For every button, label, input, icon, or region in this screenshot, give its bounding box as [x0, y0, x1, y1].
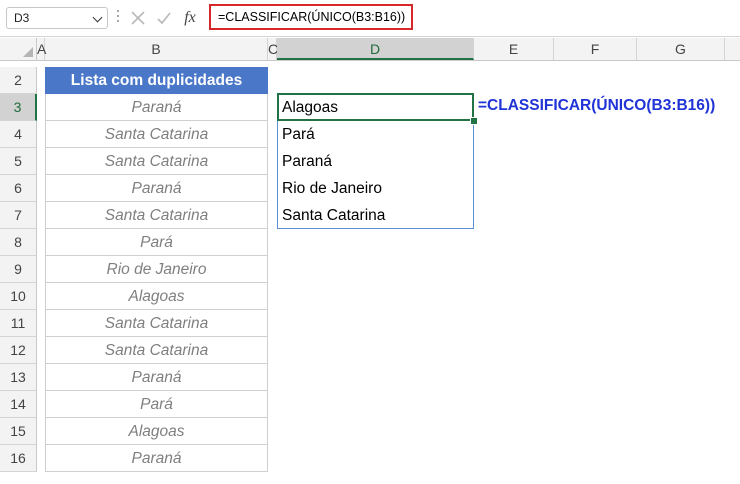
cell-d5[interactable]: Paraná — [282, 148, 472, 175]
cell-b16[interactable]: Paraná — [45, 445, 268, 472]
formula-annotation: =CLASSIFICAR(ÚNICO(B3:B16)) — [478, 97, 716, 114]
row-header-2[interactable]: 2 — [0, 67, 37, 94]
column-header-g[interactable]: G — [637, 38, 725, 60]
cell-b8[interactable]: Pará — [45, 229, 268, 256]
row-header-9[interactable]: 9 — [0, 256, 37, 283]
select-all-corner[interactable] — [0, 38, 37, 60]
row-header-3[interactable]: 3 — [0, 94, 37, 121]
cell-b14[interactable]: Pará — [45, 391, 268, 418]
row-header-16[interactable]: 16 — [0, 445, 37, 472]
row-header-8[interactable]: 8 — [0, 229, 37, 256]
cell-b13[interactable]: Paraná — [45, 364, 268, 391]
cell-b6[interactable]: Paraná — [45, 175, 268, 202]
cell-b7[interactable]: Santa Catarina — [45, 202, 268, 229]
select-all-triangle-icon — [23, 47, 33, 57]
fill-handle[interactable] — [470, 117, 478, 125]
cell-d4[interactable]: Pará — [282, 121, 472, 148]
row-header-15[interactable]: 15 — [0, 418, 37, 445]
cell-b10[interactable]: Alagoas — [45, 283, 268, 310]
column-header-b[interactable]: B — [45, 38, 268, 60]
cell-b12[interactable]: Santa Catarina — [45, 337, 268, 364]
more-options-icon[interactable] — [117, 10, 120, 26]
column-header-c[interactable]: C — [268, 38, 278, 60]
row-header-10[interactable]: 10 — [0, 283, 37, 310]
cell-b4[interactable]: Santa Catarina — [45, 121, 268, 148]
row-header-13[interactable]: 13 — [0, 364, 37, 391]
formula-text: =CLASSIFICAR(ÚNICO(B3:B16)) — [218, 10, 406, 24]
formula-controls: fx — [127, 4, 207, 32]
active-cell-selection — [277, 93, 474, 121]
formula-bar: D3 fx =CLASSIFICAR(ÚNICO(B3:B16)) — [0, 0, 740, 37]
row-header-4[interactable]: 4 — [0, 121, 37, 148]
cell-d7[interactable]: Santa Catarina — [282, 202, 472, 229]
formula-input[interactable]: =CLASSIFICAR(ÚNICO(B3:B16)) — [209, 4, 413, 30]
insert-function-icon[interactable]: fx — [179, 7, 201, 29]
row-header-7[interactable]: 7 — [0, 202, 37, 229]
row-header-14[interactable]: 14 — [0, 391, 37, 418]
name-box-value: D3 — [14, 11, 30, 25]
chevron-down-icon[interactable] — [92, 12, 103, 23]
enter-check-icon[interactable] — [153, 7, 175, 29]
column-header-d[interactable]: D — [277, 38, 474, 60]
cell-d6[interactable]: Rio de Janeiro — [282, 175, 472, 202]
cell-b5[interactable]: Santa Catarina — [45, 148, 268, 175]
cancel-icon[interactable] — [127, 7, 149, 29]
cell-b3[interactable]: Paraná — [45, 94, 268, 121]
cell-b15[interactable]: Alagoas — [45, 418, 268, 445]
column-header-e[interactable]: E — [474, 38, 554, 60]
cell-b11[interactable]: Santa Catarina — [45, 310, 268, 337]
column-header-a[interactable]: A — [37, 38, 46, 60]
cell-b2-list-header[interactable]: Lista com duplicidades — [45, 67, 268, 94]
row-header-6[interactable]: 6 — [0, 175, 37, 202]
row-header-12[interactable]: 12 — [0, 337, 37, 364]
column-header-f[interactable]: F — [554, 38, 637, 60]
column-headers: A B C D E F G — [0, 38, 740, 61]
row-header-11[interactable]: 11 — [0, 310, 37, 337]
cell-b9[interactable]: Rio de Janeiro — [45, 256, 268, 283]
name-box[interactable]: D3 — [6, 7, 108, 29]
row-header-5[interactable]: 5 — [0, 148, 37, 175]
